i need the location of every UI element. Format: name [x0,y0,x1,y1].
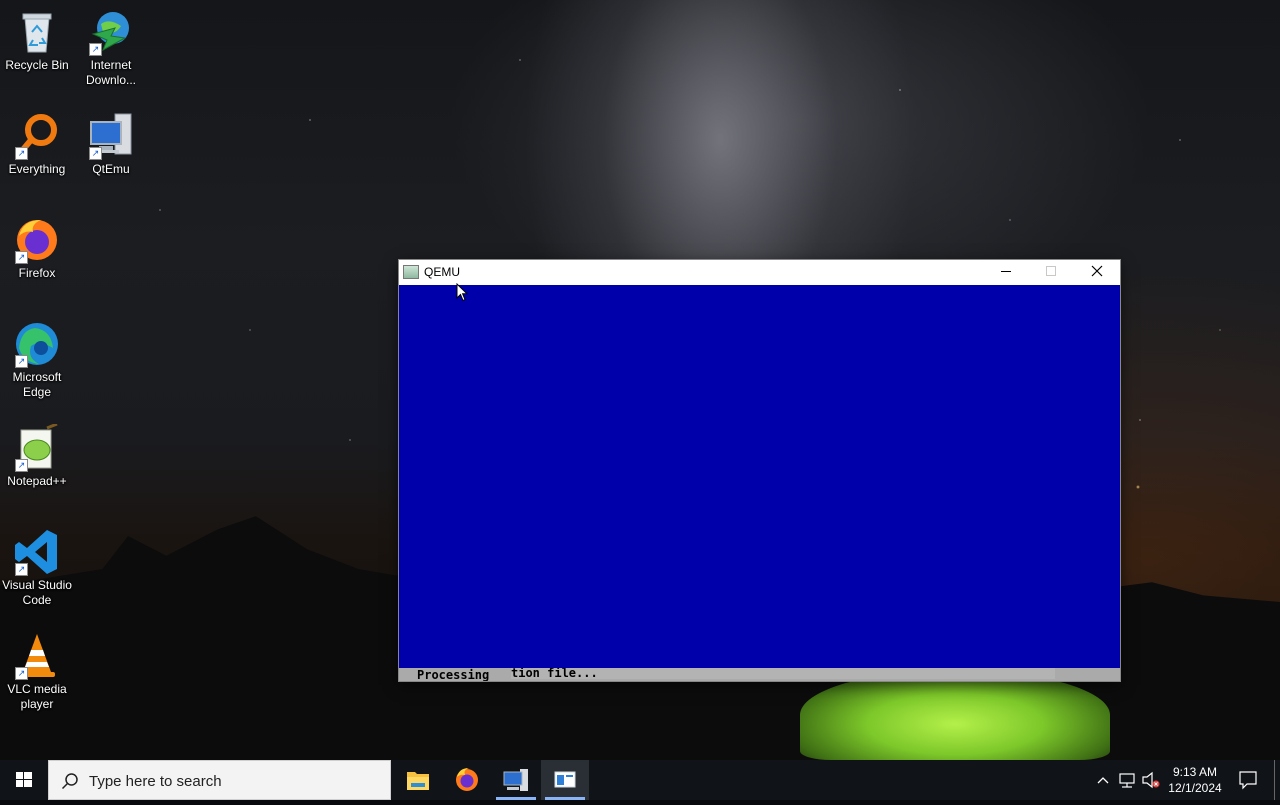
taskbar-app-file-explorer[interactable] [394,760,442,800]
internet-download-manager-icon: ↗ [87,8,135,56]
chevron-up-icon [1097,777,1109,784]
wallpaper-tent [800,670,1110,760]
firefox-icon: ↗ [13,216,61,264]
taskbar: Type here to search 9:13 AM 12/1/2024 [0,760,1280,800]
everything-search-icon: ↗ [13,112,61,160]
desktop-icon-notepad-plus-plus[interactable]: ↗ Notepad++ [0,422,74,489]
minimize-button[interactable] [983,260,1029,285]
action-center-button[interactable] [1234,760,1262,800]
clock-time: 9:13 AM [1172,765,1218,779]
desktop-icon-label: VLC media player [7,682,67,711]
window-title: QEMU [424,265,460,279]
desktop-icon-microsoft-edge[interactable]: ↗ Microsoft Edge [0,320,74,400]
notification-icon [1239,771,1257,790]
desktop-icon-label: Notepad++ [7,474,67,488]
start-button[interactable] [0,760,48,800]
file-explorer-icon [407,772,429,790]
desktop-icon-label: Microsoft Edge [12,370,62,399]
mouse-cursor-icon [456,283,468,302]
shortcut-arrow-icon: ↗ [15,147,28,160]
volume-button[interactable] [1140,760,1162,800]
notepad-plus-plus-icon: ↗ [13,422,61,472]
volume-muted-icon [1142,771,1160,789]
windows-logo-icon [16,772,32,787]
taskbar-app-qtemu[interactable] [492,760,540,800]
taskbar-clock[interactable]: 9:13 AM 12/1/2024 [1160,764,1230,796]
desktop-icon-label: Visual Studio Code [2,578,72,607]
desktop-icon-firefox[interactable]: ↗ Firefox [0,216,74,281]
close-icon [1091,265,1103,277]
qtemu-icon [503,769,528,791]
shortcut-arrow-icon: ↗ [89,43,102,56]
vm-status-text-left: Processing [417,668,490,681]
vm-display[interactable] [399,285,1120,668]
qtemu-icon: ↗ [87,112,135,160]
qemu-window-icon [554,771,576,788]
vm-status-text-right: tion file... [511,668,1055,680]
shortcut-arrow-icon: ↗ [15,251,28,264]
vlc-icon: ↗ [13,632,61,680]
network-disconnected-icon [1119,773,1135,788]
maximize-button[interactable] [1028,260,1074,285]
firefox-icon [456,768,478,791]
shortcut-arrow-icon: ↗ [89,147,102,160]
qemu-window[interactable]: QEMU Processing tion file... [399,260,1120,681]
desktop-icon-label: QtEmu [92,162,130,176]
taskbar-search-box[interactable]: Type here to search [48,760,391,800]
desktop-icon-label: Internet Downlo... [85,58,137,87]
vscode-icon: ↗ [13,528,61,576]
recycle-bin-icon [13,8,61,56]
desktop-icon-recycle-bin[interactable]: Recycle Bin [0,8,74,73]
desktop-icon-visual-studio-code[interactable]: ↗ Visual Studio Code [0,528,74,608]
taskbar-app-qemu[interactable] [541,760,589,800]
show-desktop-button[interactable] [1274,760,1280,800]
search-icon [61,773,78,790]
taskbar-app-firefox[interactable] [443,760,491,800]
network-status-button[interactable] [1116,760,1138,800]
clock-date: 12/1/2024 [1168,781,1222,795]
desktop-icon-label: Recycle Bin [5,58,69,72]
shortcut-arrow-icon: ↗ [15,459,28,472]
desktop-icon-qtemu[interactable]: ↗ QtEmu [74,112,148,177]
desktop-icon-label: Everything [8,162,66,176]
desktop-icon-vlc[interactable]: ↗ VLC media player [0,632,74,712]
vm-status-line: Processing tion file... [399,668,1120,681]
shortcut-arrow-icon: ↗ [15,667,28,680]
desktop-icon-everything[interactable]: ↗ Everything [0,112,74,177]
maximize-icon [1046,266,1056,276]
search-placeholder: Type here to search [89,773,222,790]
close-button[interactable] [1074,260,1120,285]
qemu-window-icon [403,265,419,279]
edge-icon: ↗ [13,320,61,368]
shortcut-arrow-icon: ↗ [15,355,28,368]
minimize-icon [1001,271,1011,272]
desktop-icon-label: Firefox [18,266,56,280]
window-titlebar[interactable]: QEMU [399,260,1120,285]
shortcut-arrow-icon: ↗ [15,563,28,576]
show-hidden-icons-button[interactable] [1093,760,1113,800]
desktop-icon-internet-download-manager[interactable]: ↗ Internet Downlo... [74,8,148,88]
